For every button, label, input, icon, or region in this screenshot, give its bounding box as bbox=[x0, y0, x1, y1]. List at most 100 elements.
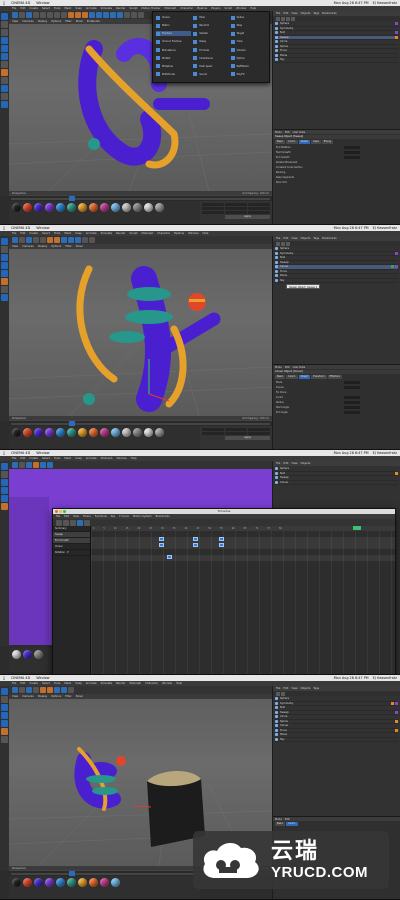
om-menu-file[interactable]: File bbox=[276, 687, 280, 690]
enable-axis-button[interactable] bbox=[1, 61, 8, 68]
menu-tools[interactable]: Tools bbox=[54, 457, 60, 460]
om-tool[interactable] bbox=[286, 241, 290, 246]
menu-item-moinstance[interactable]: MoInstance bbox=[156, 48, 191, 53]
attr-field[interactable]: Clones bbox=[273, 385, 400, 389]
z-axis-button[interactable] bbox=[61, 12, 67, 18]
menu-window[interactable]: Window bbox=[162, 682, 172, 685]
vp-menu-filter[interactable]: Filter bbox=[65, 20, 71, 23]
menu-create[interactable]: Create bbox=[29, 7, 38, 10]
user-name[interactable]: EJ Hassenfratz bbox=[373, 676, 397, 680]
make-editable-button[interactable] bbox=[1, 463, 8, 470]
material-swatch[interactable] bbox=[111, 878, 120, 887]
tab-phong[interactable]: Phong bbox=[321, 140, 333, 144]
material-swatch[interactable] bbox=[34, 428, 43, 437]
rotate-tool-button[interactable] bbox=[40, 12, 46, 18]
apple-icon[interactable]:  bbox=[3, 1, 5, 5]
menu-create[interactable]: Create bbox=[29, 457, 38, 460]
tl-menu-bookmarks[interactable]: Bookmarks bbox=[156, 515, 170, 518]
attr-field[interactable]: Banking bbox=[273, 170, 400, 174]
tab-basic[interactable]: Basic bbox=[275, 140, 286, 144]
material-swatch[interactable] bbox=[100, 878, 109, 887]
menu-mograph[interactable]: MoGraph bbox=[101, 457, 113, 460]
material-tag-icon[interactable] bbox=[391, 701, 394, 705]
points-mode-button[interactable] bbox=[1, 254, 8, 261]
field-value[interactable] bbox=[344, 400, 360, 404]
om-menu-objects[interactable]: Objects bbox=[301, 12, 311, 15]
menu-item-cloner[interactable]: Cloner bbox=[156, 15, 191, 20]
apple-icon[interactable]:  bbox=[3, 676, 5, 680]
attr-field[interactable]: Start Angle bbox=[273, 405, 400, 409]
render-settings-button[interactable] bbox=[82, 12, 88, 18]
menu-file[interactable]: File bbox=[12, 457, 16, 460]
camera-button[interactable] bbox=[131, 12, 137, 18]
om-menu-view[interactable]: View bbox=[291, 687, 297, 690]
material-swatch[interactable] bbox=[144, 203, 153, 212]
window-menu[interactable]: Window bbox=[36, 226, 49, 230]
tweak-mode-button[interactable] bbox=[1, 278, 8, 285]
menu-help[interactable]: Help bbox=[250, 7, 256, 10]
vp-menu-filter[interactable]: Filter bbox=[65, 245, 71, 248]
rotate-tool-button[interactable] bbox=[40, 237, 46, 243]
menu-edit[interactable]: Edit bbox=[20, 7, 25, 10]
coord-field[interactable] bbox=[225, 207, 247, 210]
render-view-button[interactable] bbox=[47, 237, 53, 243]
apply-button[interactable]: Apply bbox=[225, 436, 270, 440]
coord-field[interactable] bbox=[225, 211, 247, 214]
tweak-mode-button[interactable] bbox=[1, 69, 8, 76]
vp-menu-display[interactable]: Display bbox=[38, 245, 48, 248]
menu-tools[interactable]: Tools bbox=[54, 682, 60, 685]
tl-tool[interactable] bbox=[77, 519, 83, 526]
close-icon[interactable] bbox=[55, 510, 58, 513]
om-menu-view[interactable]: View bbox=[291, 462, 297, 465]
vp-menu-view[interactable]: View bbox=[12, 695, 18, 698]
menu-create[interactable]: Create bbox=[29, 682, 38, 685]
tl-menu-motion-system[interactable]: Motion System bbox=[133, 515, 152, 518]
om-menu-file[interactable]: File bbox=[276, 462, 280, 465]
vp-menu-display[interactable]: Display bbox=[38, 695, 48, 698]
om-menu-view[interactable]: View bbox=[291, 237, 297, 240]
attr-menu-user-data[interactable]: User Data bbox=[293, 366, 305, 369]
points-mode-button[interactable] bbox=[1, 37, 8, 44]
menu-mograph[interactable]: MoGraph bbox=[129, 682, 141, 685]
menu-mesh[interactable]: Mesh bbox=[64, 7, 71, 10]
app-name[interactable]: CINEMA 4D bbox=[11, 451, 30, 455]
frame-ruler[interactable]: 0 5 10 15 20 25 30 35 40 45 50 55 60 65 70 75 80 bbox=[91, 526, 395, 531]
menu-mesh[interactable]: Mesh bbox=[64, 682, 71, 685]
edges-mode-button[interactable] bbox=[1, 45, 8, 52]
attr-field[interactable]: Count bbox=[273, 395, 400, 399]
om-menu-objects[interactable]: Objects bbox=[301, 237, 311, 240]
dope-sheet[interactable]: 0 5 10 15 20 25 30 35 40 45 50 55 60 65 70 75 80 bbox=[91, 526, 395, 674]
light-button[interactable] bbox=[89, 237, 95, 243]
pen-button[interactable] bbox=[68, 237, 74, 243]
om-menu-edit[interactable]: Edit bbox=[283, 237, 288, 240]
coord-field[interactable] bbox=[202, 432, 224, 435]
menu-create[interactable]: Create bbox=[29, 232, 38, 235]
tl-tool[interactable] bbox=[84, 519, 90, 526]
material-tag-icon[interactable] bbox=[395, 35, 398, 39]
om-tool[interactable] bbox=[276, 241, 280, 246]
tab-object[interactable]: Object bbox=[298, 375, 311, 379]
menu-animate[interactable]: Animate bbox=[86, 457, 97, 460]
tl-menu-frame[interactable]: Frame bbox=[83, 515, 91, 518]
vp-menu-cameras[interactable]: Cameras bbox=[22, 20, 34, 23]
material-swatch[interactable] bbox=[133, 203, 142, 212]
vp-menu-display[interactable]: Display bbox=[38, 20, 48, 23]
material-swatch[interactable] bbox=[78, 878, 87, 887]
coord-field[interactable] bbox=[248, 207, 270, 210]
om-menu-view[interactable]: View bbox=[291, 12, 297, 15]
tab-caps[interactable]: Caps bbox=[311, 140, 321, 144]
field-value[interactable] bbox=[344, 380, 360, 384]
coord-field[interactable] bbox=[225, 432, 247, 435]
menu-snap[interactable]: Snap bbox=[75, 7, 82, 10]
material-swatch[interactable] bbox=[67, 428, 76, 437]
apple-icon[interactable]:  bbox=[3, 226, 5, 230]
model-mode-button[interactable] bbox=[1, 471, 8, 478]
menu-tools[interactable]: Tools bbox=[54, 232, 60, 235]
vp-menu-options[interactable]: Options bbox=[51, 245, 61, 248]
field-value[interactable] bbox=[344, 395, 360, 399]
coord-field[interactable] bbox=[225, 428, 247, 431]
material-swatch[interactable] bbox=[23, 428, 32, 437]
menu-file[interactable]: File bbox=[12, 232, 16, 235]
menu-pipeline[interactable]: Pipeline bbox=[197, 7, 207, 10]
om-menu-file[interactable]: File bbox=[276, 237, 280, 240]
